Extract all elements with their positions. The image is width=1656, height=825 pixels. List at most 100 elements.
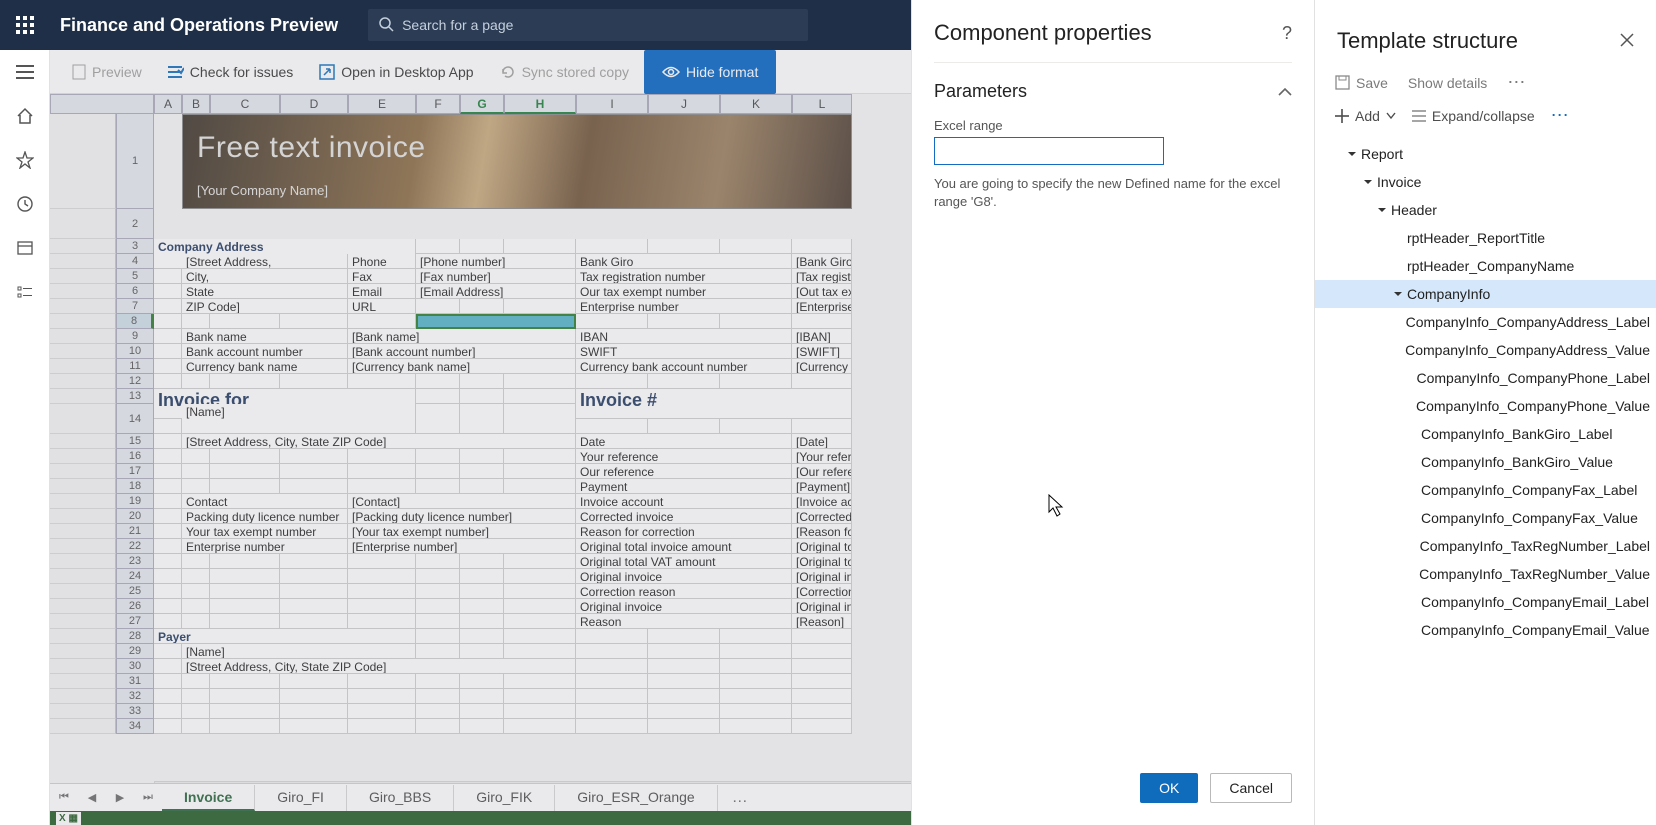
- cell[interactable]: Invoice #: [576, 389, 852, 419]
- star-icon[interactable]: [0, 138, 50, 182]
- cell[interactable]: [154, 509, 182, 524]
- cell[interactable]: [Bank Giro]: [792, 254, 852, 269]
- cell[interactable]: [504, 239, 576, 254]
- cell[interactable]: [576, 644, 648, 659]
- cell[interactable]: [576, 374, 648, 389]
- app-launcher-button[interactable]: [0, 0, 50, 50]
- cell[interactable]: [Street Address,: [182, 254, 348, 269]
- cell[interactable]: [576, 314, 648, 329]
- cell[interactable]: [504, 449, 576, 464]
- tree-node[interactable]: rptHeader_CompanyName: [1315, 252, 1656, 280]
- cell[interactable]: [416, 689, 460, 704]
- cell[interactable]: [460, 479, 504, 494]
- cell[interactable]: [504, 689, 576, 704]
- cell[interactable]: [576, 689, 648, 704]
- cell[interactable]: [154, 449, 182, 464]
- hamburger-icon[interactable]: [0, 50, 50, 94]
- cell[interactable]: [210, 584, 280, 599]
- row-header[interactable]: 29: [116, 644, 154, 659]
- row-header[interactable]: 20: [116, 509, 154, 524]
- column-header[interactable]: G: [460, 94, 504, 114]
- cell[interactable]: [154, 554, 182, 569]
- cell[interactable]: [648, 689, 720, 704]
- cell[interactable]: [280, 464, 348, 479]
- expand-collapse-button[interactable]: Expand/collapse: [1412, 108, 1535, 124]
- cell[interactable]: [504, 674, 576, 689]
- show-details-button[interactable]: Show details: [1408, 75, 1487, 91]
- cell[interactable]: [720, 644, 792, 659]
- row-header[interactable]: 17: [116, 464, 154, 479]
- cell[interactable]: [Street Address, City, State ZIP Code]: [182, 434, 576, 449]
- spreadsheet-grid[interactable]: Free text invoice[Your Company Name]Comp…: [154, 114, 852, 734]
- cell[interactable]: [460, 404, 504, 434]
- row-header[interactable]: 9: [116, 329, 154, 344]
- help-icon[interactable]: ?: [1282, 23, 1292, 44]
- cell[interactable]: [416, 614, 460, 629]
- open-desktop-button[interactable]: Open in Desktop App: [309, 58, 483, 86]
- cell[interactable]: IBAN: [576, 329, 792, 344]
- cell[interactable]: [504, 644, 576, 659]
- cell[interactable]: [648, 704, 720, 719]
- cell[interactable]: [Bank account number]: [348, 344, 576, 359]
- cell[interactable]: [182, 674, 210, 689]
- cell[interactable]: Payment: [576, 479, 792, 494]
- tab-nav-prev[interactable]: ◀: [78, 791, 106, 804]
- cell[interactable]: [460, 584, 504, 599]
- row-header[interactable]: 11: [116, 359, 154, 374]
- cell[interactable]: [460, 629, 504, 644]
- cell[interactable]: [460, 674, 504, 689]
- column-header[interactable]: D: [280, 94, 348, 114]
- tree-node[interactable]: CompanyInfo_TaxRegNumber_Value: [1315, 560, 1656, 588]
- cell[interactable]: [460, 449, 504, 464]
- cell[interactable]: [348, 374, 416, 389]
- cell[interactable]: [416, 479, 460, 494]
- cell[interactable]: Email: [348, 284, 416, 299]
- cell[interactable]: [Bank name]: [348, 329, 576, 344]
- cell[interactable]: [SWIFT]: [792, 344, 852, 359]
- cell[interactable]: Corrected invoice: [576, 509, 792, 524]
- cell[interactable]: [416, 464, 460, 479]
- workspaces-icon[interactable]: [0, 226, 50, 270]
- cell[interactable]: Phone: [348, 254, 416, 269]
- cell[interactable]: Invoice account: [576, 494, 792, 509]
- cell[interactable]: [154, 524, 182, 539]
- cell[interactable]: [348, 704, 416, 719]
- cell[interactable]: [792, 629, 852, 644]
- row-header[interactable]: 12: [116, 374, 154, 389]
- cell[interactable]: [792, 719, 852, 734]
- cell[interactable]: [348, 599, 416, 614]
- cell[interactable]: [460, 599, 504, 614]
- cell[interactable]: [280, 584, 348, 599]
- tree-node[interactable]: CompanyInfo_CompanyPhone_Label: [1315, 364, 1656, 392]
- row-header[interactable]: 21: [116, 524, 154, 539]
- cell[interactable]: State: [182, 284, 348, 299]
- cell[interactable]: [Currency bank account number]: [792, 359, 852, 374]
- cell[interactable]: [182, 569, 210, 584]
- column-header[interactable]: K: [720, 94, 792, 114]
- cell[interactable]: [Phone number]: [416, 254, 576, 269]
- row-header[interactable]: 4: [116, 254, 154, 269]
- cell[interactable]: [154, 329, 182, 344]
- cell[interactable]: [Original invoice]: [792, 569, 852, 584]
- row-header[interactable]: 5: [116, 269, 154, 284]
- cell[interactable]: [280, 689, 348, 704]
- row-header[interactable]: 26: [116, 599, 154, 614]
- tree-node[interactable]: CompanyInfo: [1315, 280, 1656, 308]
- cell[interactable]: [576, 659, 648, 674]
- cell[interactable]: [348, 614, 416, 629]
- cell[interactable]: [576, 629, 648, 644]
- cell[interactable]: [460, 554, 504, 569]
- cell[interactable]: [416, 644, 460, 659]
- cell[interactable]: [Email Address]: [416, 284, 576, 299]
- cell[interactable]: [Your reference]: [792, 449, 852, 464]
- caret-icon[interactable]: [1343, 149, 1361, 159]
- recent-icon[interactable]: [0, 182, 50, 226]
- modules-icon[interactable]: [0, 270, 50, 314]
- cell[interactable]: Reason for correction: [576, 524, 792, 539]
- cell[interactable]: Original invoice: [576, 569, 792, 584]
- cell[interactable]: [416, 299, 460, 314]
- cell[interactable]: [280, 674, 348, 689]
- cell[interactable]: [504, 614, 576, 629]
- cell[interactable]: [Fax number]: [416, 269, 576, 284]
- cell[interactable]: [210, 554, 280, 569]
